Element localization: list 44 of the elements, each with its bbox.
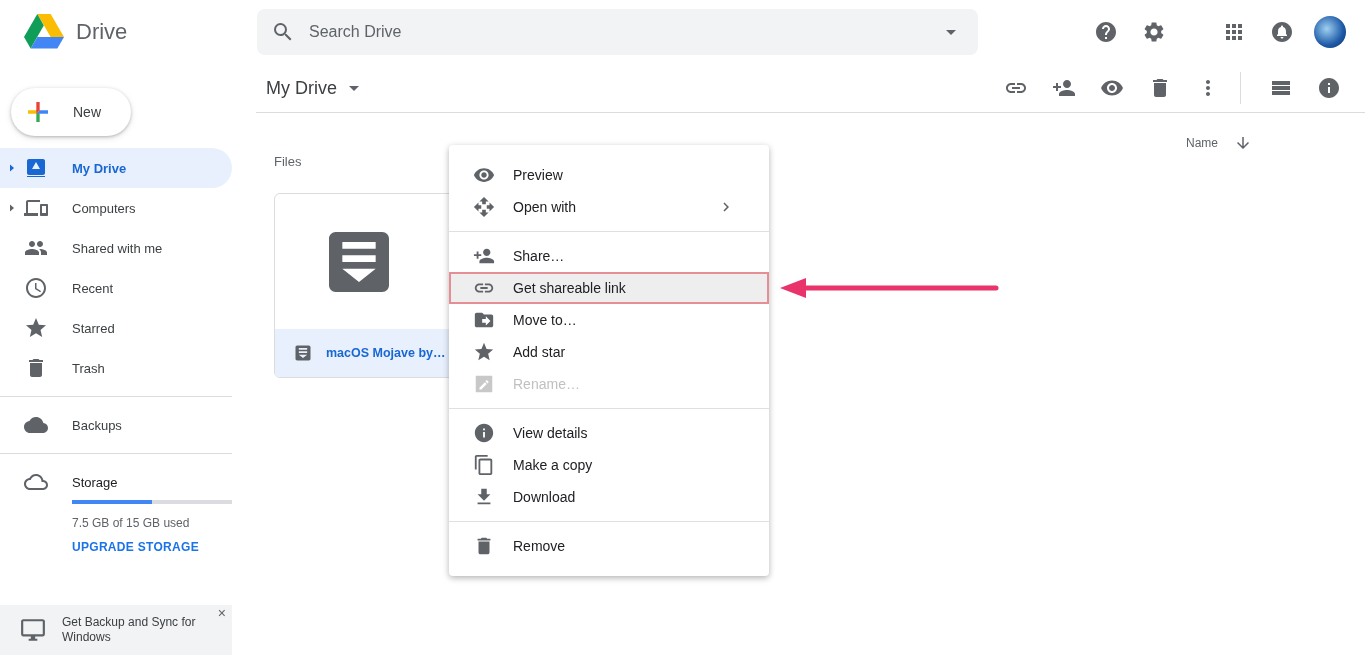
search-field[interactable]: Search Drive	[257, 9, 978, 55]
settings-icon[interactable]	[1142, 20, 1166, 44]
nav-item[interactable]: Shared with me	[0, 228, 232, 268]
arrow-down-icon[interactable]	[1234, 134, 1252, 152]
menu-item[interactable]: Download	[449, 481, 769, 513]
star-icon	[473, 341, 495, 363]
clock-icon	[24, 276, 48, 300]
menu-item[interactable]: Remove	[449, 530, 769, 562]
dropdown-caret-icon[interactable]	[946, 30, 956, 35]
copy-icon	[473, 454, 495, 476]
storage-usage-text: 7.5 GB of 15 GB used	[72, 516, 191, 530]
nav-item[interactable]: Computers	[0, 188, 232, 228]
menu-item[interactable]: Get shareable link	[449, 272, 769, 304]
nav-item[interactable]: My Drive	[0, 148, 232, 188]
help-icon[interactable]	[1094, 20, 1118, 44]
info-icon	[473, 422, 495, 444]
nav-item[interactable]: Trash	[0, 348, 232, 388]
notifications-icon[interactable]	[1270, 20, 1294, 44]
new-button[interactable]: New	[11, 88, 131, 136]
file-type-icon	[293, 343, 313, 363]
app-name: Drive	[76, 19, 128, 45]
menu-item[interactable]: View details	[449, 417, 769, 449]
file-name: macOS Mojave by…	[326, 346, 446, 360]
star-icon	[24, 316, 48, 340]
close-button[interactable]: ×	[213, 605, 230, 621]
nav-item[interactable]: Recent	[0, 268, 232, 308]
caret-icon	[349, 85, 359, 91]
menu-item[interactable]: Make a copy	[449, 449, 769, 481]
storage-label: Storage	[72, 474, 118, 490]
drive-logo-icon[interactable]	[24, 14, 64, 50]
menu-item[interactable]: Preview	[449, 159, 769, 191]
sort-by-name-button[interactable]: Name	[1186, 136, 1218, 150]
info-icon[interactable]	[1317, 76, 1341, 100]
user-avatar[interactable]	[1314, 16, 1346, 48]
four-arrows-icon	[473, 196, 495, 218]
pencil-icon	[473, 373, 495, 395]
nav-item[interactable]: Starred	[0, 308, 232, 348]
drive-folder-icon	[24, 156, 48, 180]
nav-item[interactable]: Backups	[0, 405, 232, 445]
my-drive-dropdown[interactable]: My Drive	[256, 77, 359, 99]
upgrade-storage-link[interactable]: UPGRADE STORAGE	[72, 540, 240, 554]
promo-text: Get Backup and Sync for Windows	[62, 615, 197, 645]
monitor-icon	[20, 617, 46, 643]
section-title: Files	[274, 154, 303, 169]
